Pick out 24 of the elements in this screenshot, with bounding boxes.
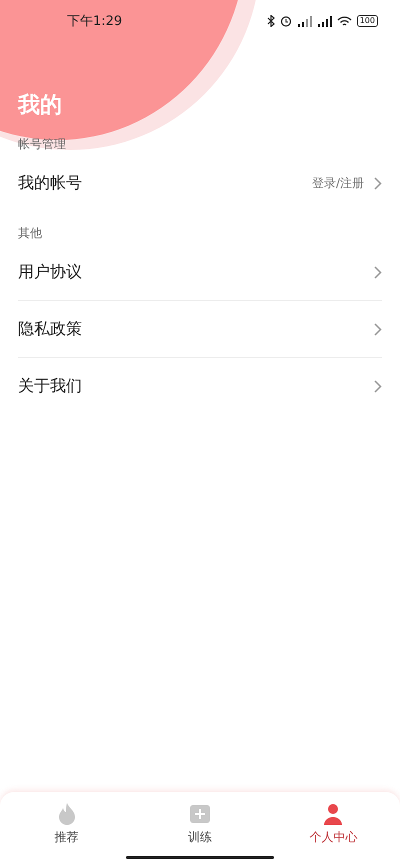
signal-icon (316, 16, 332, 26)
plus-icon (188, 802, 211, 826)
battery-indicator: 100 (356, 15, 378, 27)
chevron-right-icon (374, 322, 382, 336)
wifi-icon (336, 16, 352, 26)
bluetooth-icon (266, 15, 275, 27)
login-link[interactable]: 登录/注册 (312, 174, 364, 192)
tab[interactable]: 推荐 (26, 802, 107, 866)
menu-item[interactable]: 隐私政策 (18, 301, 382, 358)
page-title: 我的 (18, 92, 62, 120)
tab[interactable]: 个人中心 (293, 802, 374, 866)
status-time: 下午1:29 (67, 13, 122, 30)
section-title: 其他 (18, 225, 42, 242)
menu-item[interactable]: 我的帐号 登录/注册 (18, 155, 382, 211)
menu-item[interactable]: 关于我们 (18, 358, 382, 414)
tab[interactable]: 训练 (160, 802, 240, 866)
chevron-right-icon (374, 380, 382, 392)
menu-item[interactable]: 用户协议 (18, 244, 382, 301)
signal-icon (296, 16, 312, 26)
chevron-right-icon (374, 176, 382, 190)
alarm-icon (280, 15, 292, 27)
chevron-right-icon (374, 266, 382, 278)
person-icon (322, 802, 344, 826)
section-title: 帐号管理 (18, 136, 66, 153)
